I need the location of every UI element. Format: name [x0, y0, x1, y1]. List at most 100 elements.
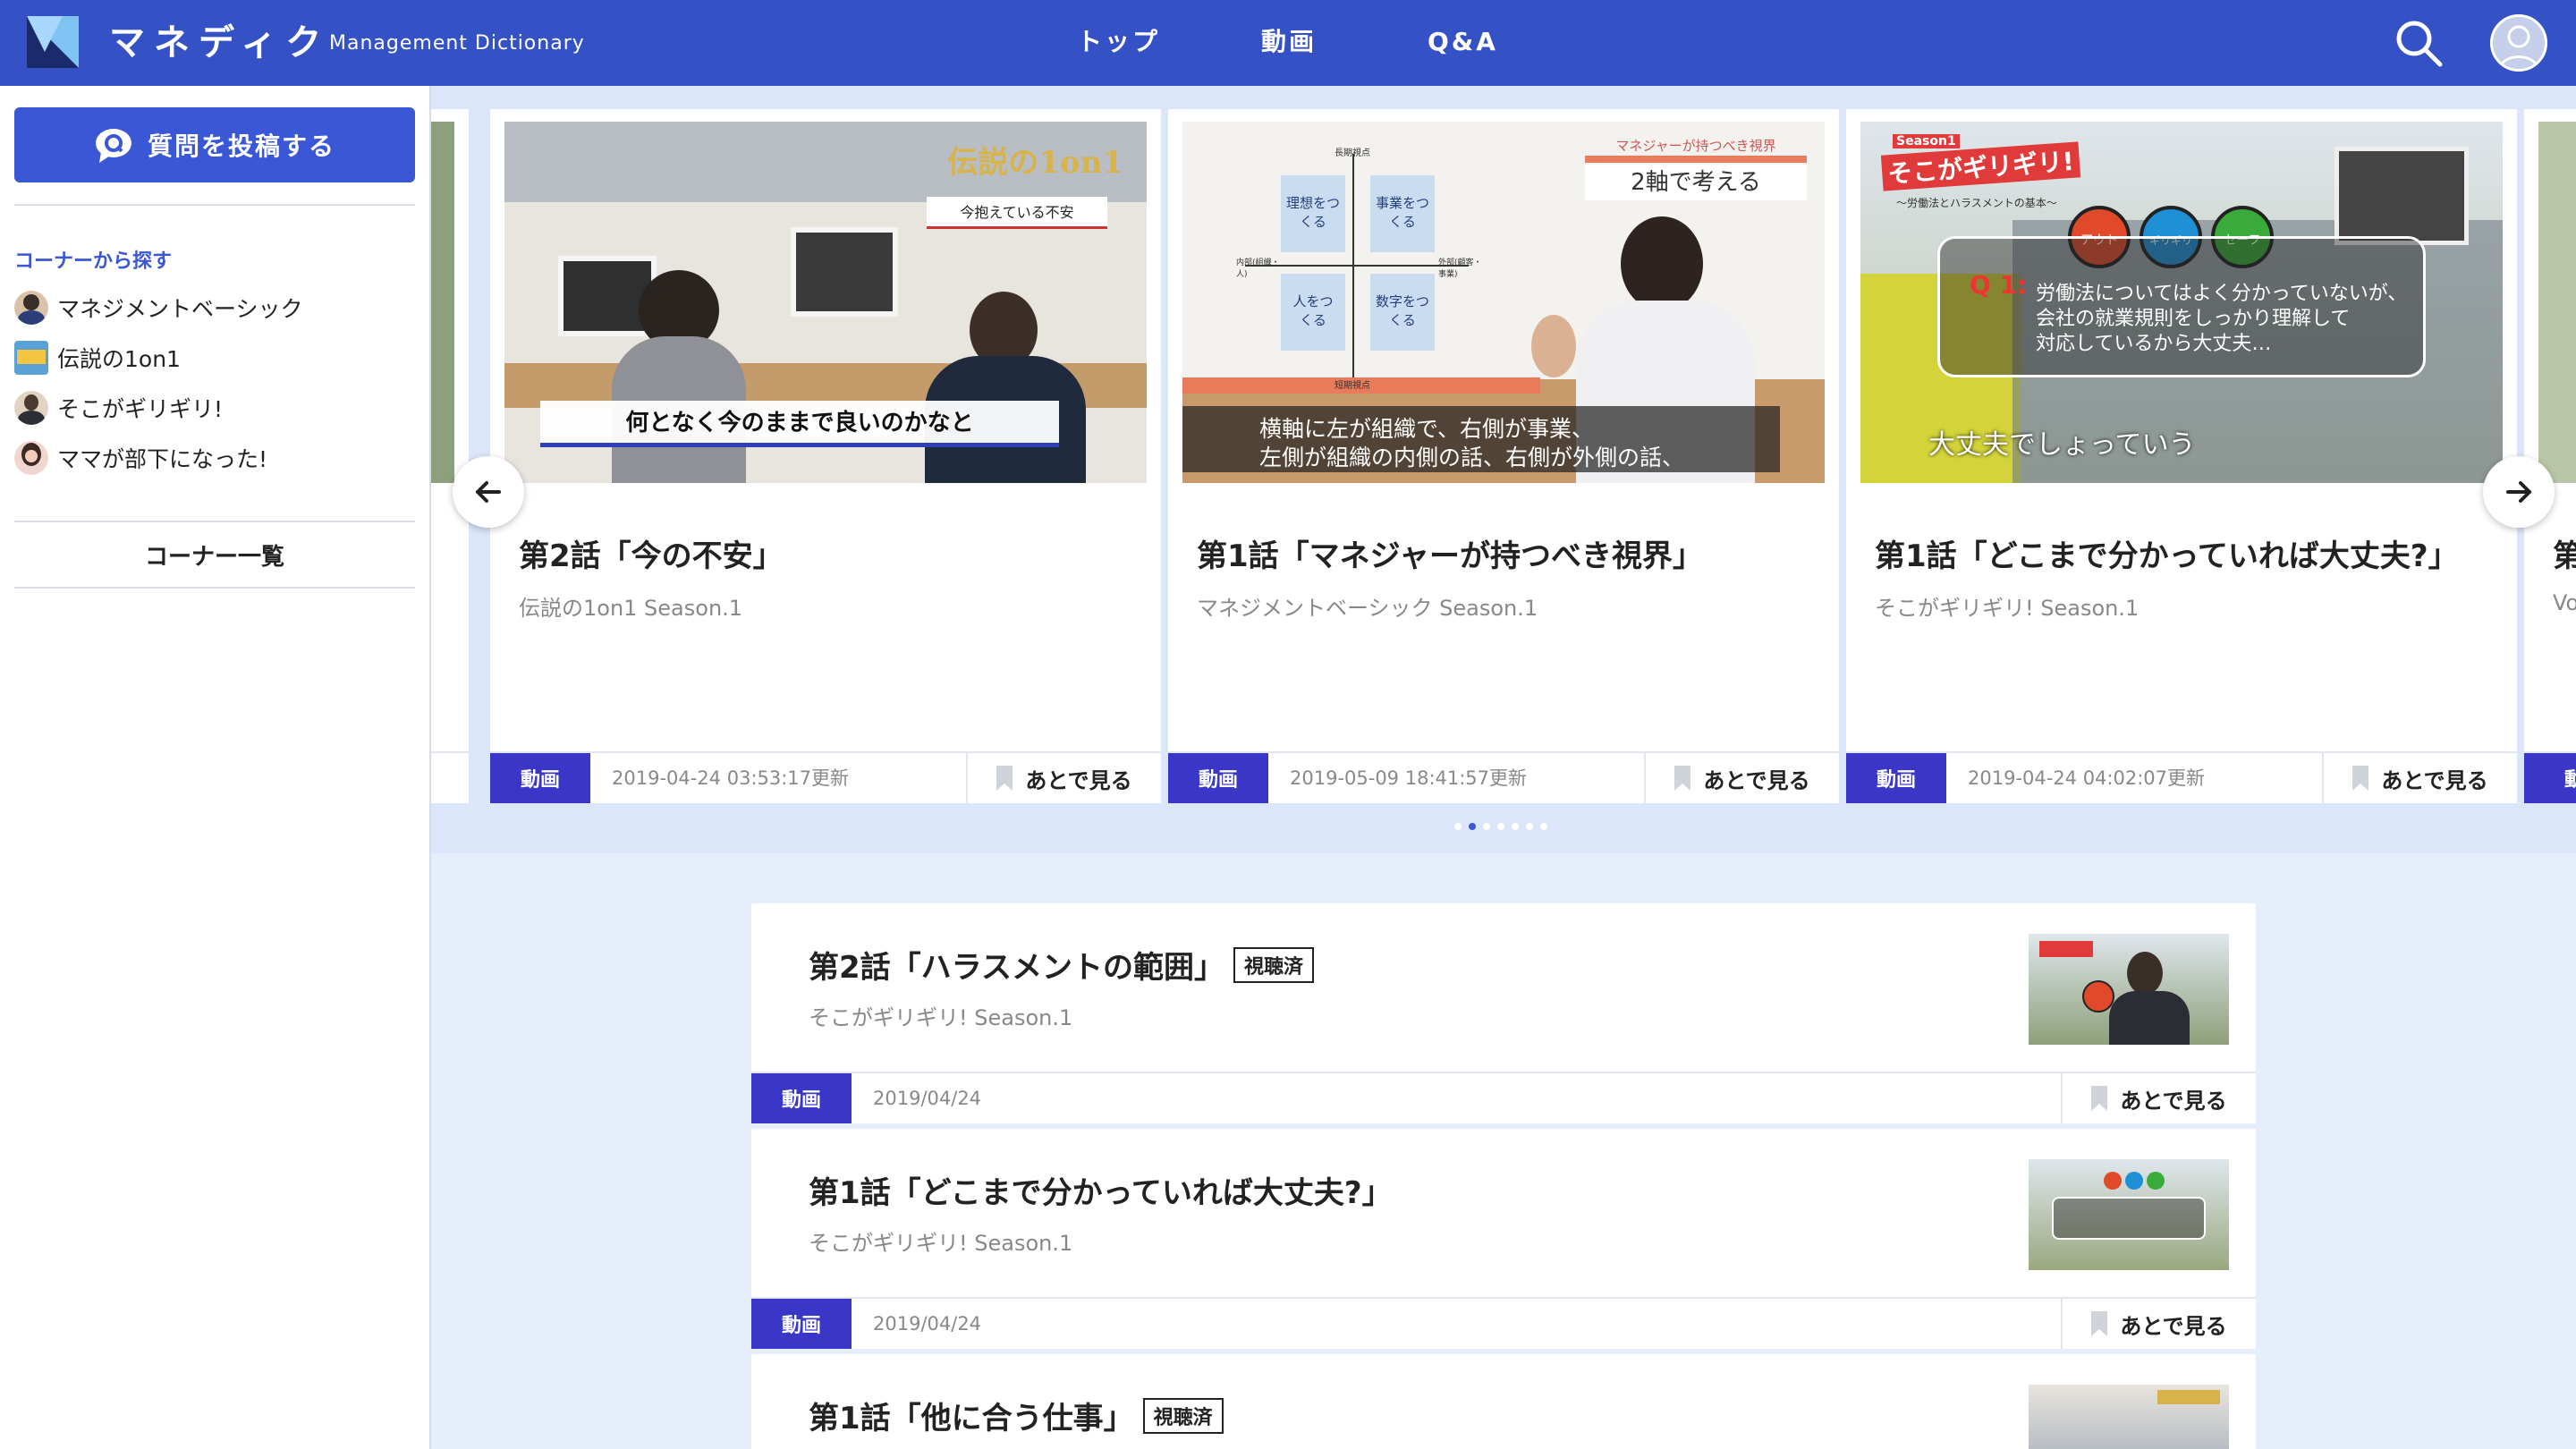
carousel-next-button[interactable] [2483, 456, 2555, 528]
list-item-title[interactable]: 第2話「ハラスメントの範囲」 視聴済 [809, 943, 1314, 987]
card-footer: る [431, 751, 469, 803]
thumb-question-num: Q 1: [1970, 270, 2028, 300]
card-footer: 動画 2019-04-24 03:53:17更新 あとで見る [490, 751, 1161, 803]
update-date: 2019-04-24 04:02:07更新 [1968, 767, 2206, 789]
watch-later-button[interactable]: あとで見る [2322, 753, 2517, 803]
thumb-label: 今抱えている不安 [927, 197, 1107, 229]
corner-list-button[interactable]: コーナー一覧 [14, 521, 415, 589]
nav-qa[interactable]: Q&A [1428, 20, 1498, 64]
watch-later-label: あとで見る [2381, 767, 2488, 793]
update-date: 2019-04-24 03:53:17更新 [612, 767, 850, 789]
carousel-pagination [1454, 823, 1547, 830]
corner-item-giri-giri[interactable]: そこがギリギリ! [14, 390, 223, 426]
post-question-label: 質問を投稿する [147, 131, 335, 161]
nav-top[interactable]: トップ [1077, 20, 1160, 64]
list-title-text: 第1話「他に合う仕事」 [809, 1401, 1134, 1436]
arrow-left-icon [476, 481, 501, 503]
list-date: 2019/04/24 [873, 1088, 982, 1109]
nav-videos[interactable]: 動画 [1261, 20, 1317, 64]
card-subtitle: マネジメントベーシック Season.1 [1197, 596, 1538, 621]
logo-text[interactable]: マネディク [109, 18, 330, 68]
watch-later-button[interactable]: る [431, 753, 469, 803]
video-tag: 動画 [490, 753, 590, 803]
pagination-dot[interactable] [1540, 823, 1547, 830]
pagination-dot-active[interactable] [1469, 823, 1476, 830]
thumb-header: 2軸で考える [1585, 165, 1807, 200]
list-title-text: 第2話「ハラスメントの範囲」 [809, 950, 1224, 986]
list-item-title[interactable]: 第1話「どこまで分かっていれば大丈夫?」 [809, 1168, 1393, 1212]
watch-later-button[interactable]: あとで見る [2061, 1073, 2256, 1123]
card-title[interactable]: 第 [2553, 531, 2576, 575]
pagination-dot[interactable] [1497, 823, 1504, 830]
watch-later-button[interactable]: あとで見る [1644, 753, 1839, 803]
thumb-grid-box: 数字をつくる [1370, 274, 1435, 351]
logo-subtitle: Management Dictionary [329, 32, 585, 55]
list-thumbnail [2029, 934, 2229, 1045]
thumb-caption: 何となく今のままで良いのかなと [540, 401, 1059, 447]
carousel-card-partial-left[interactable]: る [431, 109, 469, 803]
video-thumbnail [431, 122, 454, 483]
corner-label: 伝説の1on1 [57, 346, 181, 372]
list-thumbnail [2029, 1159, 2229, 1270]
corner-item-mama[interactable]: ママが部下になった! [14, 440, 267, 476]
watch-later-label: あとで見る [2120, 1088, 2227, 1114]
logo-icon[interactable] [27, 16, 79, 68]
video-thumbnail [2538, 122, 2576, 483]
carousel-card[interactable]: Season1 そこがギリギリ! 〜労働法とハラスメントの基本〜 アウト ギリギ… [1846, 109, 2517, 803]
card-footer: 動 [2524, 751, 2576, 803]
corner-section-title: コーナーから探す [14, 250, 173, 273]
video-thumbnail: 長期視点 短期視点 内部(組織・人) 外部(顧客・事業) 理想をつくる 事業をつ… [1182, 122, 1825, 483]
card-footer: 動画 2019-05-09 18:41:57更新 あとで見る [1168, 751, 1839, 803]
video-tag: 動 [2524, 753, 2576, 803]
carousel-card-partial-right[interactable]: 第 Vo 動 [2524, 109, 2576, 803]
watched-badge: 視聴済 [1142, 1397, 1224, 1434]
list-item-subtitle: そこがギリギリ! Season.1 [809, 1231, 1073, 1256]
watch-later-button[interactable]: あとで見る [2061, 1299, 2256, 1349]
watch-later-label: あとで見る [1025, 767, 1132, 793]
carousel-prev-button[interactable] [453, 456, 524, 528]
thumb-caption: 左側が組織の内側の話、右側が外側の話、 [1259, 445, 1685, 470]
search-icon[interactable] [2394, 18, 2444, 68]
pagination-dot[interactable] [1454, 823, 1462, 830]
video-list-item[interactable]: 第1話「どこまで分かっていれば大丈夫?」 そこがギリギリ! Season.1 動… [751, 1129, 2256, 1349]
thumb-axis-label: 長期視点 [1335, 148, 1370, 158]
corner-label: そこがギリギリ! [57, 396, 224, 422]
post-question-button[interactable]: 質問を投稿する [14, 107, 415, 182]
top-header: マネディク Management Dictionary トップ 動画 Q&A [0, 0, 2576, 86]
featured-carousel: る 伝説の1on1 今抱えている不安 何となく今のままで良いのかなと 第2話「今… [431, 86, 2576, 853]
list-item-footer: 動画 2019/04/24 あとで見る [751, 1072, 2256, 1123]
card-subtitle: そこがギリギリ! Season.1 [1875, 596, 2140, 621]
question-bubble-icon [95, 129, 131, 163]
video-tag: 動画 [1846, 753, 1946, 803]
thumb-grid-box: 理想をつくる [1281, 175, 1345, 252]
bookmark-icon [996, 766, 1013, 791]
card-title[interactable]: 第1話「マネジャーが持つべき視界」 [1197, 531, 1703, 575]
corner-avatar [14, 391, 48, 425]
corner-item-legend-1on1[interactable]: 伝説の1on1 [14, 340, 181, 376]
carousel-card[interactable]: 長期視点 短期視点 内部(組織・人) 外部(顧客・事業) 理想をつくる 事業をつ… [1168, 109, 1839, 803]
carousel-card[interactable]: 伝説の1on1 今抱えている不安 何となく今のままで良いのかなと 第2話「今の不… [490, 109, 1161, 803]
pagination-dot[interactable] [1526, 823, 1533, 830]
card-title[interactable]: 第2話「今の不安」 [519, 531, 784, 575]
thumb-logo-sub: 〜労働法とハラスメントの基本〜 [1896, 197, 2057, 209]
thumb-grid-box: 事業をつくる [1370, 175, 1435, 252]
watch-later-button[interactable]: あとで見る [966, 753, 1161, 803]
pagination-dot[interactable] [1483, 823, 1490, 830]
list-title-text: 第1話「どこまで分かっていれば大丈夫?」 [809, 1175, 1393, 1211]
video-thumbnail: 伝説の1on1 今抱えている不安 何となく今のままで良いのかなと [504, 122, 1147, 483]
video-list-item[interactable]: 第2話「ハラスメントの範囲」 視聴済 そこがギリギリ! Season.1 動画 … [751, 903, 2256, 1123]
card-subtitle: Vo [2553, 590, 2576, 615]
user-silhouette-icon [2498, 25, 2539, 69]
card-title[interactable]: 第1話「どこまで分かっていれば大丈夫?」 [1875, 531, 2459, 575]
thumb-question: 対応しているから大丈夫… [2036, 333, 2272, 355]
thumb-axis-label: 外部(顧客・事業) [1438, 258, 1482, 279]
watch-later-label: あとで見る [1703, 767, 1810, 793]
divider [14, 204, 415, 206]
pagination-dot[interactable] [1512, 823, 1519, 830]
corner-item-basic[interactable]: マネジメントベーシック [14, 290, 303, 326]
bookmark-icon [2352, 766, 2369, 791]
user-avatar[interactable] [2490, 14, 2547, 72]
thumb-caption: 横軸に左が組織で、右側が事業、 [1259, 416, 1595, 442]
video-list-item[interactable]: 第1話「他に合う仕事」 視聴済 [751, 1354, 2256, 1449]
list-item-title[interactable]: 第1話「他に合う仕事」 視聴済 [809, 1394, 1224, 1437]
